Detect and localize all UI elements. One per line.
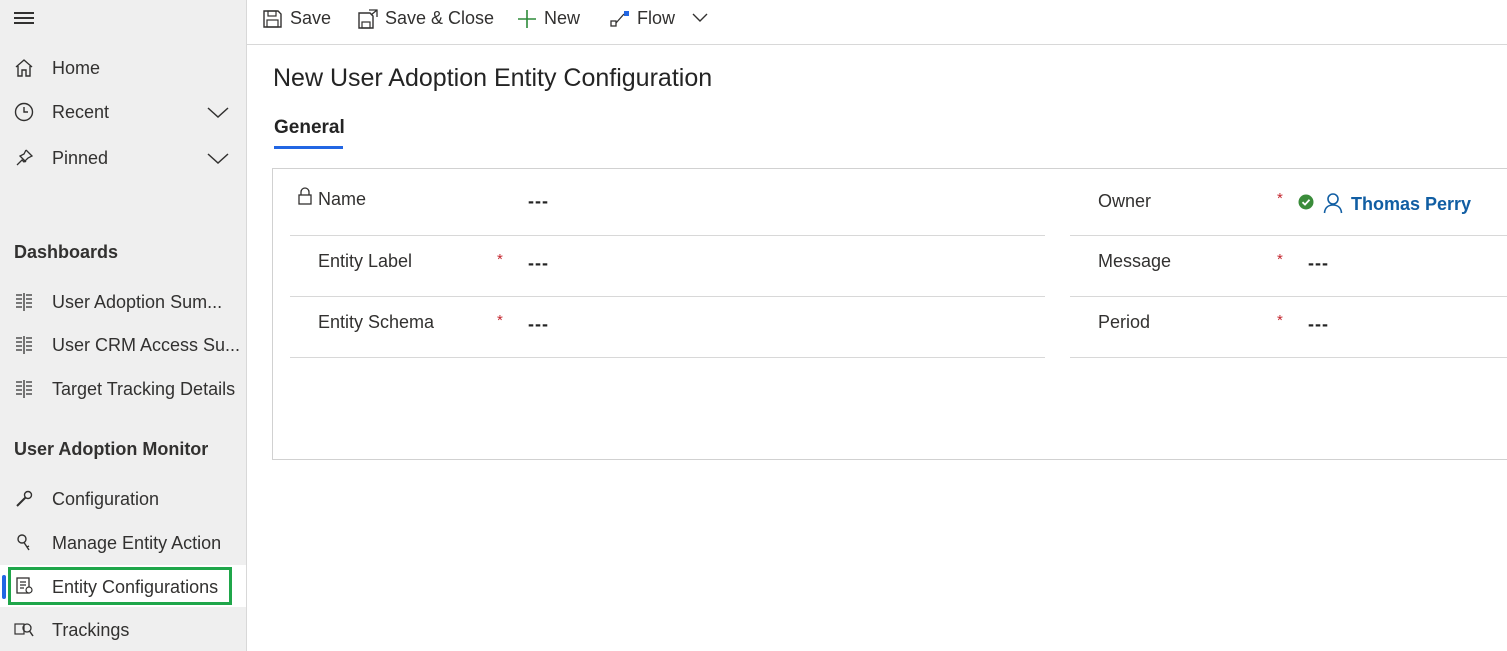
sidebar-item-label: Configuration <box>52 489 160 509</box>
flow-button-label: Flow <box>637 8 676 28</box>
selected-indicator <box>2 575 6 599</box>
flow-button[interactable]: Flow <box>609 6 679 32</box>
sidebar-item-label: User Adoption Sum... <box>52 292 223 312</box>
field-divider <box>290 235 1045 236</box>
page-title: New User Adoption Entity Configuration <box>273 64 713 92</box>
tracking-icon <box>13 619 35 641</box>
home-icon <box>13 57 35 79</box>
sidebar-item-label: Target Tracking Details <box>52 379 236 399</box>
required-marker: * <box>1277 312 1283 329</box>
sidebar-item-entity-configurations[interactable]: Entity Configurations <box>0 565 246 607</box>
sidebar-item-label: Pinned <box>52 148 109 168</box>
save-icon <box>262 8 284 30</box>
required-marker: * <box>497 312 503 329</box>
sidebar-item-label: Home <box>52 58 101 78</box>
field-value-message[interactable]: --- <box>1308 253 1329 274</box>
flow-icon <box>609 8 631 30</box>
field-value-entity-label[interactable]: --- <box>528 253 549 274</box>
person-icon <box>1323 192 1343 214</box>
lock-icon <box>297 186 313 206</box>
sidebar-item-label: Manage Entity Action <box>52 533 222 553</box>
section-title-dashboards: Dashboards <box>14 242 119 262</box>
wrench-icon <box>13 488 35 510</box>
required-marker: * <box>1277 251 1283 268</box>
command-bar: Save Save & Close New Flow <box>247 0 1507 45</box>
sidebar-item-label: Trackings <box>52 620 130 640</box>
clock-icon <box>13 101 35 123</box>
field-divider <box>290 357 1045 358</box>
required-marker: * <box>497 251 503 268</box>
required-marker: * <box>1277 190 1283 207</box>
hamburger-icon[interactable] <box>14 10 34 26</box>
dashboard-icon <box>13 291 35 313</box>
field-label-message: Message <box>1098 251 1172 271</box>
owner-lookup-link[interactable]: Thomas Perry <box>1351 194 1471 215</box>
sidebar-item-user-adoption-summary[interactable]: User Adoption Sum... <box>0 282 246 322</box>
field-divider <box>290 296 1045 297</box>
active-tab-indicator <box>274 146 343 149</box>
field-label-period: Period <box>1098 312 1151 332</box>
dashboard-icon <box>13 378 35 400</box>
sidebar-item-home[interactable]: Home <box>0 48 246 88</box>
save-close-icon <box>357 8 379 30</box>
sidebar-item-configuration[interactable]: Configuration <box>0 479 246 519</box>
field-divider <box>1070 296 1507 297</box>
sidebar-item-label: Recent <box>52 102 110 122</box>
presence-available-icon <box>1298 194 1314 210</box>
field-value-entity-schema[interactable]: --- <box>528 314 549 335</box>
sidebar-item-label: User CRM Access Su... <box>52 335 241 355</box>
new-button-label: New <box>544 8 581 28</box>
new-button[interactable]: New <box>516 6 586 32</box>
sidebar-item-recent[interactable]: Recent <box>0 92 246 132</box>
save-button-label: Save <box>290 8 332 28</box>
key-icon <box>13 532 35 554</box>
field-label-entity-schema: Entity Schema <box>318 312 435 332</box>
chevron-down-icon[interactable] <box>206 102 230 122</box>
sidebar-item-trackings[interactable]: Trackings <box>0 610 246 650</box>
sidebar-item-user-crm-access-summary[interactable]: User CRM Access Su... <box>0 325 246 365</box>
sidebar-item-pinned[interactable]: Pinned <box>0 138 246 178</box>
field-divider <box>1070 235 1507 236</box>
save-button[interactable]: Save <box>262 6 342 32</box>
flow-chevron-down-icon[interactable] <box>691 11 709 25</box>
section-title-user-adoption-monitor: User Adoption Monitor <box>14 439 209 459</box>
field-label-owner: Owner <box>1098 191 1152 211</box>
sidebar: Home Recent Pinned Dashboards User Adopt… <box>0 0 247 651</box>
sidebar-item-target-tracking-details[interactable]: Target Tracking Details <box>0 369 246 409</box>
field-value-period[interactable]: --- <box>1308 314 1329 335</box>
sidebar-item-manage-entity-action[interactable]: Manage Entity Action <box>0 523 246 563</box>
field-label-name: Name <box>318 189 367 209</box>
sidebar-item-label: Entity Configurations <box>52 577 219 597</box>
pin-icon <box>13 147 35 169</box>
save-and-close-label: Save & Close <box>385 8 495 28</box>
save-and-close-button[interactable]: Save & Close <box>357 6 497 32</box>
tab-general[interactable]: General <box>274 117 345 139</box>
entity-config-icon <box>13 575 35 597</box>
dashboard-icon <box>13 334 35 356</box>
plus-icon <box>516 8 538 30</box>
chevron-down-icon[interactable] <box>206 148 230 168</box>
field-label-entity-label: Entity Label <box>318 251 413 271</box>
field-divider <box>1070 357 1507 358</box>
field-value-name[interactable]: --- <box>528 191 549 212</box>
